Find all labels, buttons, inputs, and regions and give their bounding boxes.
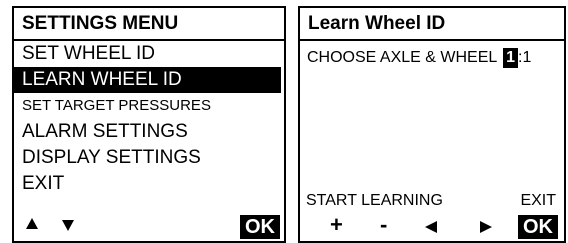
minus-button[interactable]: - — [380, 214, 387, 236]
triangle-left-icon[interactable] — [425, 221, 437, 233]
wheel-value[interactable]: 1 — [523, 49, 532, 66]
learn-wheel-title: Learn Wheel ID — [300, 8, 564, 41]
triangle-up-icon[interactable] — [26, 218, 38, 229]
ok-button[interactable]: OK — [240, 215, 280, 239]
plus-button[interactable]: + — [330, 214, 343, 236]
triangle-right-icon[interactable] — [480, 221, 492, 233]
menu-item-learn-wheel-id[interactable]: LEARN WHEEL ID — [14, 67, 281, 93]
menu-item-set-wheel-id[interactable]: SET WHEEL ID — [14, 41, 284, 67]
menu-item-alarm-settings[interactable]: ALARM SETTINGS — [14, 119, 284, 145]
axle-wheel-row: CHOOSE AXLE & WHEEL 1:1 — [307, 48, 564, 68]
settings-menu-title: SETTINGS MENU — [14, 8, 284, 41]
settings-menu-panel: SETTINGS MENU SET WHEEL ID LEARN WHEEL I… — [12, 6, 286, 243]
menu-item-set-target-pressures[interactable]: SET TARGET PRESSURES — [14, 93, 284, 119]
action-labels: START LEARNING EXIT — [306, 191, 556, 211]
settings-menu-list: SET WHEEL ID LEARN WHEEL ID SET TARGET P… — [14, 41, 284, 197]
start-learning-label: START LEARNING — [306, 192, 443, 209]
axle-wheel-prompt: CHOOSE AXLE & WHEEL — [307, 49, 497, 66]
settings-menu-nav-bar: OK — [14, 211, 284, 241]
axle-value[interactable]: 1 — [503, 48, 519, 68]
ok-button-learn[interactable]: OK — [518, 215, 558, 239]
triangle-down-icon[interactable] — [62, 220, 74, 231]
menu-item-exit[interactable]: EXIT — [14, 171, 284, 197]
learn-wheel-controls: + - OK — [300, 211, 564, 241]
menu-item-display-settings[interactable]: DISPLAY SETTINGS — [14, 145, 284, 171]
exit-label: EXIT — [520, 192, 556, 209]
learn-wheel-panel: Learn Wheel ID CHOOSE AXLE & WHEEL 1:1 S… — [298, 6, 566, 243]
